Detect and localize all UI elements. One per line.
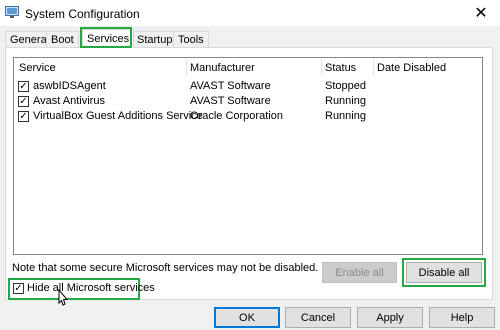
service-name: aswbIDSAgent	[33, 80, 106, 92]
system-configuration-icon	[5, 6, 19, 18]
checkmark-icon: ✓	[19, 80, 28, 92]
service-status: Running	[325, 110, 366, 122]
checkmark-icon: ✓	[19, 95, 28, 107]
column-header-date-disabled[interactable]: Date Disabled	[377, 62, 446, 74]
service-checkbox[interactable]: ✓	[18, 81, 29, 92]
service-checkbox[interactable]: ✓	[18, 111, 29, 122]
column-separator[interactable]	[321, 58, 322, 76]
checkmark-icon: ✓	[19, 110, 28, 122]
hide-microsoft-label[interactable]: Hide all Microsoft services	[27, 282, 155, 294]
cancel-button[interactable]: Cancel	[285, 307, 351, 328]
service-checkbox[interactable]: ✓	[18, 96, 29, 107]
secure-services-note: Note that some secure Microsoft services…	[12, 262, 319, 274]
service-status: Stopped	[325, 80, 366, 92]
window-title: System Configuration	[25, 7, 140, 21]
ok-button[interactable]: OK	[214, 307, 280, 328]
help-button[interactable]: Help	[429, 307, 495, 328]
service-manufacturer: Oracle Corporation	[190, 110, 283, 122]
mouse-cursor-icon	[58, 289, 69, 306]
tab-boot[interactable]: Boot	[46, 31, 79, 47]
service-name: VirtualBox Guest Additions Service	[33, 110, 203, 122]
disable-all-button[interactable]: Disable all	[406, 262, 482, 283]
service-manufacturer: AVAST Software	[190, 95, 271, 107]
hide-microsoft-checkbox[interactable]: ✓	[13, 283, 24, 294]
column-separator[interactable]	[373, 58, 374, 76]
column-header-status[interactable]: Status	[325, 62, 356, 74]
enable-all-button[interactable]: Enable all	[322, 262, 397, 283]
apply-button[interactable]: Apply	[357, 307, 423, 328]
close-icon: ✕	[474, 5, 488, 22]
tab-tools[interactable]: Tools	[173, 31, 209, 47]
column-header-service[interactable]: Service	[19, 62, 56, 74]
close-button[interactable]: ✕	[462, 0, 500, 26]
tab-startup[interactable]: Startup	[132, 31, 178, 47]
tab-services[interactable]: Services	[82, 29, 135, 48]
column-header-manufacturer[interactable]: Manufacturer	[190, 62, 255, 74]
service-name: Avast Antivirus	[33, 95, 105, 107]
column-separator[interactable]	[186, 58, 187, 76]
service-manufacturer: AVAST Software	[190, 80, 271, 92]
service-status: Running	[325, 95, 366, 107]
checkmark-icon: ✓	[14, 282, 23, 294]
